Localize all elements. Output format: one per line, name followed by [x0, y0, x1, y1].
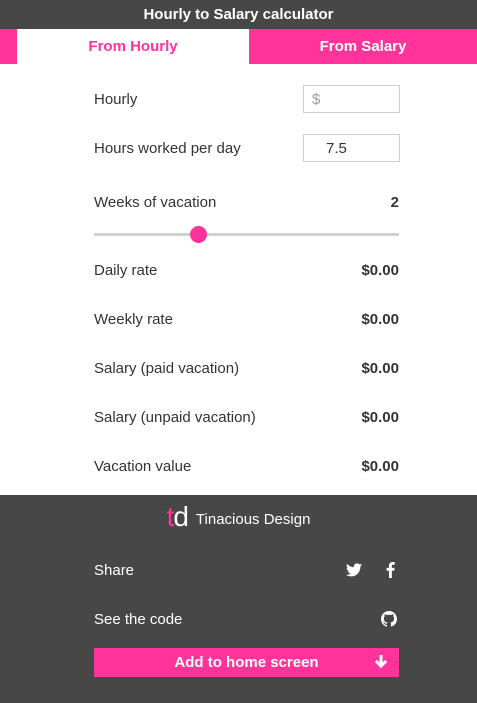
result-value: $0.00 [361, 359, 399, 377]
code-row: See the code [94, 608, 399, 630]
hours-per-day-row: Hours worked per day 7.5 [94, 134, 400, 162]
tab-from-salary[interactable]: From Salary [249, 29, 477, 64]
facebook-icon[interactable] [381, 561, 399, 579]
github-icon[interactable] [380, 610, 398, 628]
result-label: Vacation value [94, 457, 192, 475]
hourly-label: Hourly [94, 90, 138, 108]
arrow-down-icon [373, 654, 389, 670]
brand-name: Tinacious Design [195, 510, 311, 528]
weeks-vacation-row: Weeks of vacation 2 [94, 188, 399, 216]
hourly-row: Hourly $ [94, 85, 400, 113]
footer: td Tinacious Design Share See the code A… [0, 495, 477, 703]
tab-bar: From Hourly From Salary [0, 29, 477, 64]
add-to-home-screen-button[interactable]: Add to home screen [94, 648, 399, 677]
result-row-salary-unpaid: Salary (unpaid vacation) $0.00 [94, 403, 399, 431]
result-value: $0.00 [361, 408, 399, 426]
result-label: Daily rate [94, 261, 158, 279]
result-value: $0.00 [361, 261, 399, 279]
result-row-weekly: Weekly rate $0.00 [94, 305, 399, 333]
result-value: $0.00 [361, 457, 399, 475]
vacation-slider-thumb[interactable] [189, 226, 207, 243]
result-row-vacation-value: Vacation value $0.00 [94, 452, 399, 480]
share-icons [345, 561, 399, 579]
app-title: Hourly to Salary calculator [0, 0, 477, 29]
hours-per-day-input[interactable]: 7.5 [303, 134, 400, 162]
weeks-vacation-value: 2 [390, 193, 399, 211]
add-to-home-screen-label: Add to home screen [174, 654, 319, 671]
twitter-icon[interactable] [345, 561, 363, 579]
logo-d: d [173, 501, 189, 532]
result-value: $0.00 [361, 310, 399, 328]
result-label: Salary (paid vacation) [94, 359, 240, 377]
result-row-salary-paid: Salary (paid vacation) $0.00 [94, 354, 399, 382]
calculator-panel: Hourly $ Hours worked per day 7.5 Weeks … [0, 64, 477, 495]
hourly-input[interactable]: $ [303, 85, 400, 113]
result-label: Salary (unpaid vacation) [94, 408, 256, 426]
tab-from-hourly[interactable]: From Hourly [17, 29, 249, 64]
td-logo: td [167, 501, 189, 532]
brand[interactable]: td Tinacious Design [0, 503, 477, 531]
result-label: Weekly rate [94, 310, 173, 328]
vacation-slider-track[interactable] [94, 226, 399, 243]
share-label: Share [94, 561, 135, 579]
result-row-daily: Daily rate $0.00 [94, 256, 399, 284]
weeks-vacation-label: Weeks of vacation [94, 193, 217, 211]
hours-per-day-label: Hours worked per day [94, 139, 241, 157]
share-row: Share [94, 559, 399, 581]
code-label: See the code [94, 610, 183, 628]
